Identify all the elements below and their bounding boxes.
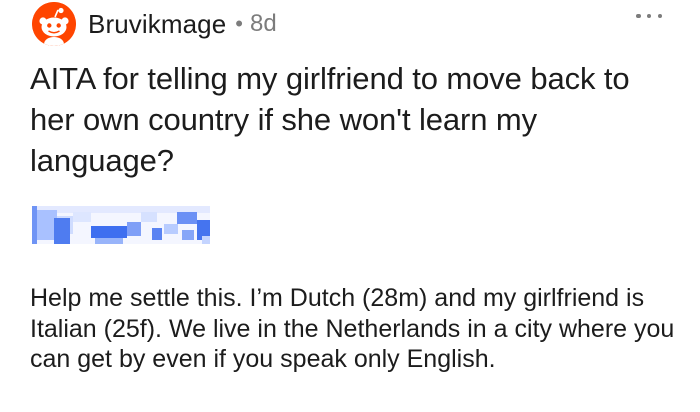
more-dot bbox=[636, 13, 641, 19]
meta-separator: • bbox=[235, 11, 243, 36]
post-body: Help me settle this. I’m Dutch (28m) and… bbox=[30, 284, 675, 373]
post-flair-redacted bbox=[32, 206, 210, 244]
post-card: Bruvikmage • 8d AITA for telling my girl… bbox=[0, 0, 700, 412]
more-dot bbox=[646, 13, 652, 19]
more-dot bbox=[657, 13, 662, 19]
more-options-icon[interactable] bbox=[636, 10, 662, 22]
post-title[interactable]: AITA for telling my girlfriend to move b… bbox=[30, 58, 670, 181]
user-avatar-icon[interactable] bbox=[32, 2, 76, 46]
redacted-flair-graphic bbox=[32, 206, 210, 244]
snoo-avatar-icon bbox=[32, 2, 76, 46]
post-header: Bruvikmage • 8d bbox=[32, 2, 277, 46]
author-username[interactable]: Bruvikmage bbox=[88, 9, 226, 39]
post-age: 8d bbox=[249, 10, 277, 37]
